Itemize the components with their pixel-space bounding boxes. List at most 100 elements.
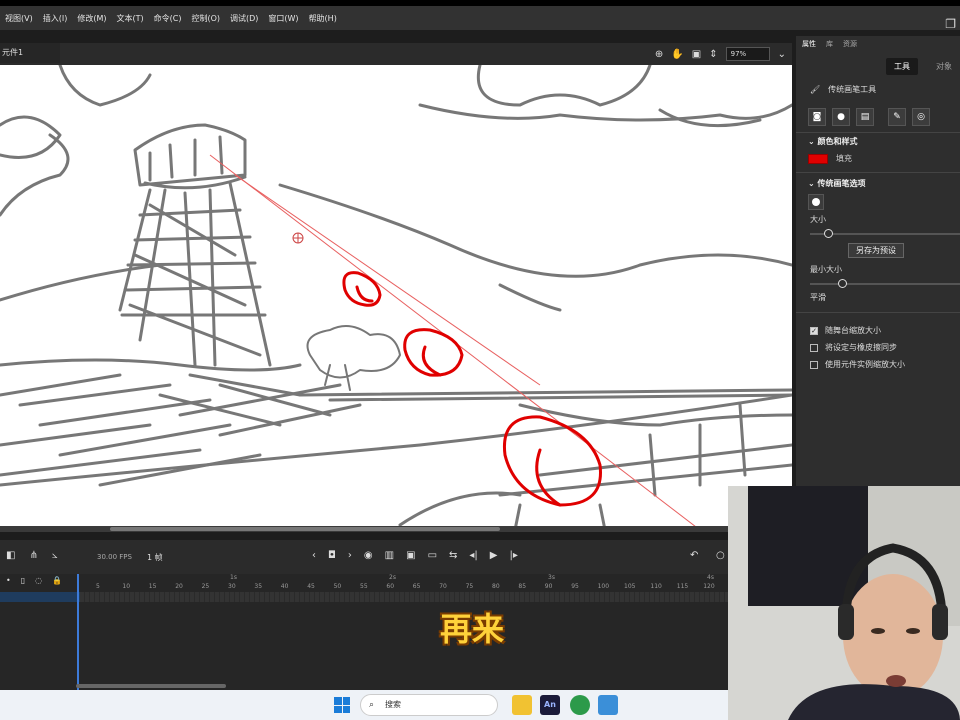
clip-icon[interactable]: ▣ [692,49,701,60]
checkbox[interactable] [810,360,818,369]
tab-properties[interactable]: 属性 [802,39,816,49]
timeline-left-icons: ◧ ⋔ ⦣ [6,550,58,561]
onion-skin-icon[interactable]: ◉ [364,550,373,561]
option-sync-eraser[interactable]: 将设定与橡皮擦同步 [810,342,897,353]
app-icon[interactable] [598,695,618,715]
zoom-input[interactable]: 97% [725,47,770,61]
search-icon: ⌕ [369,700,375,710]
option-stage-scale[interactable]: ✓ 随舞台缩放大小 [810,325,881,336]
menu-text[interactable]: 文本(T) [111,13,148,24]
tab-assets[interactable]: 资源 [843,39,857,49]
option-symbol-scale[interactable]: 使用元件实例缩放大小 [810,359,905,370]
frames-row[interactable] [80,592,728,602]
fps-display[interactable]: 30.00 FPS [97,553,132,561]
taskbar: ⌕ 搜索 An [0,690,728,720]
zoom-stepper-icon[interactable]: ⇕ [709,49,717,60]
tab-tool[interactable]: 工具 [886,58,918,75]
ruler-tick: 5 [96,583,100,590]
hand-icon[interactable]: ✋ [671,49,683,60]
step-forward-icon[interactable]: |▸ [510,550,518,561]
tab-object[interactable]: 对象 [928,58,960,75]
current-frame[interactable]: 1 帧 [147,552,163,563]
file-explorer-icon[interactable] [512,695,532,715]
timeline-toolbar: ◧ ⋔ ⦣ 30.00 FPS 1 帧 ‹ ◘ › ◉ ▥ ▣ ▭ ⇆ ◂| ▶… [0,540,728,574]
pressure-icon[interactable]: ✎ [888,108,906,126]
fill-row: 填充 [808,153,852,164]
menu-debug[interactable]: 调试(D) [225,13,263,24]
save-preset-button[interactable]: 另存为预设 [848,243,904,258]
frame-icon[interactable]: ▣ [406,550,415,561]
object-draw-icon[interactable]: ◙ [808,108,826,126]
tab-library[interactable]: 库 [826,39,833,49]
ruler-tick: 55 [360,583,368,590]
ruler-tick: 25 [201,583,210,590]
tool-object-tabs: 工具 对象 [886,58,960,75]
chevron-down-icon[interactable]: ⌄ [778,49,786,60]
ruler-tick: 110 [650,583,662,590]
undo-icon[interactable]: ↶ [690,550,698,561]
menu-commands[interactable]: 命令(C) [149,13,187,24]
menu-insert[interactable]: 插入(I) [38,13,73,24]
ruler-second: 2s [389,574,396,581]
playhead[interactable] [77,574,79,690]
ruler-tick: 80 [492,583,500,590]
frame-ruler[interactable]: 5 10 15 20 25 30 35 40 45 50 55 60 65 70 75 80 85 90 95 100… [80,574,728,594]
timeline-scrollbar[interactable] [76,684,226,688]
menu-window[interactable]: 窗口(W) [263,13,303,24]
menu-control[interactable]: 控制(O) [186,13,225,24]
circle-icon[interactable]: ○ [716,550,725,561]
layer-row[interactable] [0,592,80,602]
scroll-thumb[interactable] [110,527,500,531]
checkbox[interactable] [810,343,818,352]
chevron-left-icon[interactable]: ‹ [312,550,316,561]
loop-icon[interactable]: ⇆ [449,550,457,561]
center-stage-icon[interactable]: ⊕ [655,49,663,60]
graph-icon[interactable]: ⦣ [52,550,58,561]
playback-controls: ‹ ◘ › ◉ ▥ ▣ ▭ ⇆ ◂| ▶ |▸ [312,550,518,561]
ruler-tick: 85 [518,583,527,590]
lock-icon[interactable]: 🔒 [52,576,62,585]
play-icon[interactable]: ▶ [490,550,498,561]
window-restore-icon[interactable]: ❐ [945,17,956,31]
ruler-tick: 95 [571,583,579,590]
stage-scrollbar[interactable] [0,526,792,532]
dot-icon[interactable]: • [6,576,11,585]
color-section-header[interactable]: ⌄ 颜色和样式 [808,136,858,147]
outline-icon[interactable]: ▯ [21,576,25,585]
menu-help[interactable]: 帮助(H) [304,13,342,24]
ruler-tick: 35 [254,583,263,590]
smooth-label: 平滑 [810,293,826,302]
lock-fill-icon[interactable]: ▤ [856,108,874,126]
size-slider[interactable] [810,229,960,238]
keyframe-icon[interactable]: ◘ [328,550,336,561]
slider-knob[interactable] [824,229,833,238]
ruler-tick: 10 [122,583,131,590]
step-back-icon[interactable]: ◂| [469,550,477,561]
ruler-tick: 50 [333,583,342,590]
brush-section-header[interactable]: ⌄ 传统画笔选项 [808,178,866,189]
menu-view[interactable]: 视图(V) [0,13,38,24]
tab-symbol[interactable]: 元件1 [0,43,60,63]
brush-tip-button[interactable] [808,194,824,210]
taskbar-search[interactable]: ⌕ 搜索 [360,694,498,716]
camera-icon[interactable]: ◧ [6,550,15,561]
insert-frame-icon[interactable]: ▭ [428,550,437,561]
fill-swatch[interactable] [808,153,828,164]
edit-multiple-icon[interactable]: ▥ [385,550,394,561]
stage-canvas[interactable] [0,65,792,530]
animate-app-icon[interactable]: An [540,695,560,715]
min-size-slider[interactable] [810,279,960,288]
layer-parent-icon[interactable]: ⋔ [29,550,37,561]
slider-knob[interactable] [838,279,847,288]
eye-icon[interactable]: ◌ [35,576,42,585]
tilt-icon[interactable]: ◎ [912,108,930,126]
tool-name-label: 传统画笔工具 [828,85,877,94]
min-size-label: 最小大小 [810,265,842,274]
menu-modify[interactable]: 修改(M) [72,13,111,24]
divider [796,132,960,133]
windows-start-icon[interactable] [334,697,350,713]
chevron-right-icon[interactable]: › [348,550,352,561]
checkbox[interactable]: ✓ [810,326,818,335]
app-icon[interactable] [570,695,590,715]
brush-shape-icon[interactable]: ● [832,108,850,126]
